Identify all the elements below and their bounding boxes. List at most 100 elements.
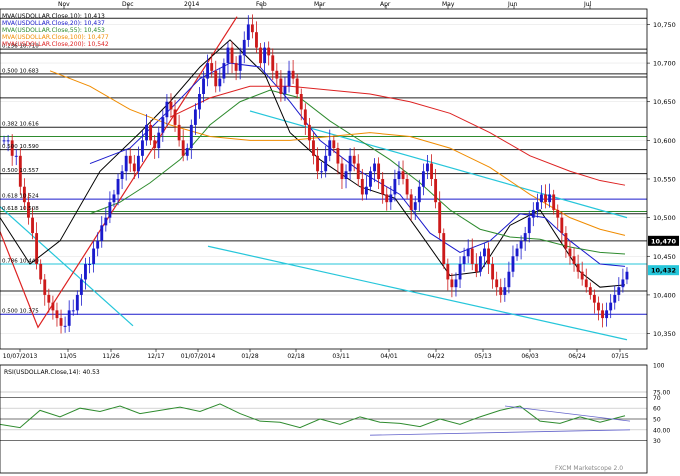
candle-body [214, 70, 218, 87]
candle-body [511, 256, 515, 272]
bottom-axis-label: 02/18 [287, 353, 304, 360]
candle-body [230, 47, 234, 64]
candle-body [303, 109, 307, 125]
top-axis-label: May [442, 1, 455, 8]
top-axis-label: Dec [122, 1, 134, 8]
candle-body [446, 264, 450, 280]
bottom-axis-label: 11/05 [59, 353, 76, 360]
candle-body [181, 140, 185, 156]
candle-body [495, 279, 499, 288]
candle-body [275, 70, 279, 79]
legend-entry: MVA(USDOLLAR.Close,20): 10,437 [2, 20, 105, 27]
candle-body [531, 209, 535, 218]
candle-body [31, 217, 34, 234]
legend-entry: MVA(USDOLLAR.Close,55): 10,453 [2, 27, 105, 34]
candle-body [324, 155, 328, 172]
candle-body [548, 194, 552, 203]
candle-body [352, 155, 356, 164]
candle-body [491, 264, 495, 280]
candle-body [462, 256, 466, 264]
candle-body [592, 294, 596, 303]
candle-body [438, 202, 442, 234]
candle-body [84, 264, 87, 280]
candle-body [149, 124, 153, 141]
bottom-axis-label: 04/22 [427, 353, 444, 360]
candle-body [430, 163, 433, 179]
candle-body [39, 264, 43, 280]
candle-body [71, 310, 75, 312]
candle-body [360, 179, 364, 195]
candle-body [279, 78, 283, 94]
candle-body [344, 171, 348, 179]
price-tick-label: 10,700 [653, 60, 676, 68]
rsi-tick-label: 30 [653, 438, 661, 445]
candle-body [576, 264, 580, 272]
candle-body [597, 302, 600, 311]
candle-body [169, 101, 173, 110]
candle-body [2, 140, 6, 142]
candle-body [572, 256, 576, 264]
rsi-tick-label: 60 [653, 406, 661, 413]
candle-body [104, 217, 108, 226]
candle-body [47, 294, 51, 303]
bottom-axis-label: 07/15 [611, 353, 628, 360]
legend-entry: MVA(USDOLLAR.Close,10): 10,413 [2, 13, 105, 20]
candle-body [120, 171, 124, 179]
candle-body [332, 140, 336, 149]
candle-body [478, 256, 482, 272]
candle-body [67, 310, 71, 326]
candle-body [609, 302, 613, 311]
price-tick-label: 10,550 [653, 176, 676, 184]
candle-body [523, 233, 527, 241]
fib-level-label: 0.500 10.683 [2, 68, 39, 74]
top-axis-label: Feb [256, 1, 267, 8]
candle-body [198, 94, 201, 110]
candle-body [625, 271, 629, 280]
candle-body [79, 279, 83, 295]
candle-body [544, 194, 547, 203]
candle-body [173, 109, 177, 125]
candle-body [348, 155, 352, 172]
candle-body [426, 163, 429, 172]
candle-body [210, 63, 214, 71]
candle-body [259, 47, 262, 64]
candle-body [218, 78, 222, 87]
fib-level-label: 0.618 10.508 [2, 206, 39, 212]
candle-body [287, 70, 291, 87]
chart: 0.236 10.7100.500 10.6830.382 10.6160.50… [0, 0, 680, 476]
top-axis-label: 2014 [184, 1, 199, 8]
top-axis-label: Jul [583, 1, 592, 8]
candle-body [124, 155, 128, 172]
candle-body [316, 155, 319, 172]
candle-body [238, 55, 242, 71]
candle-body [552, 194, 556, 210]
price-tick-label: 10,350 [653, 330, 676, 338]
candle-body [442, 233, 446, 264]
rsi-title: RSI(USDOLLAR.Close,14): 40.53 [4, 369, 100, 376]
candle-body [299, 94, 303, 110]
candle-body [55, 310, 59, 319]
candle-body [59, 318, 63, 326]
candle-body [381, 179, 385, 195]
candle-body [271, 55, 275, 71]
candle-body [601, 310, 604, 319]
candle-body [222, 63, 226, 79]
top-axis-label: Nov [58, 1, 70, 8]
bottom-axis-label: 06/03 [521, 353, 538, 360]
candle-body [255, 32, 258, 48]
fib-level-label: 0.500 10.590 [2, 144, 39, 150]
bottom-axis-label: 01/07/2014 [181, 353, 216, 360]
candle-body [312, 140, 315, 156]
candle-body [568, 248, 572, 257]
candle-body [185, 148, 189, 156]
candle-body [556, 209, 560, 218]
candle-body [283, 86, 287, 94]
candle-body [157, 132, 161, 149]
fib-level-label: 0.618 10.524 [2, 194, 39, 200]
candle-body [377, 163, 381, 179]
candle-body [584, 279, 588, 288]
candle-body [320, 171, 324, 173]
fib-level-label: 0.500 10.375 [2, 309, 39, 315]
candle-body [470, 248, 474, 264]
candle-body [369, 171, 372, 187]
